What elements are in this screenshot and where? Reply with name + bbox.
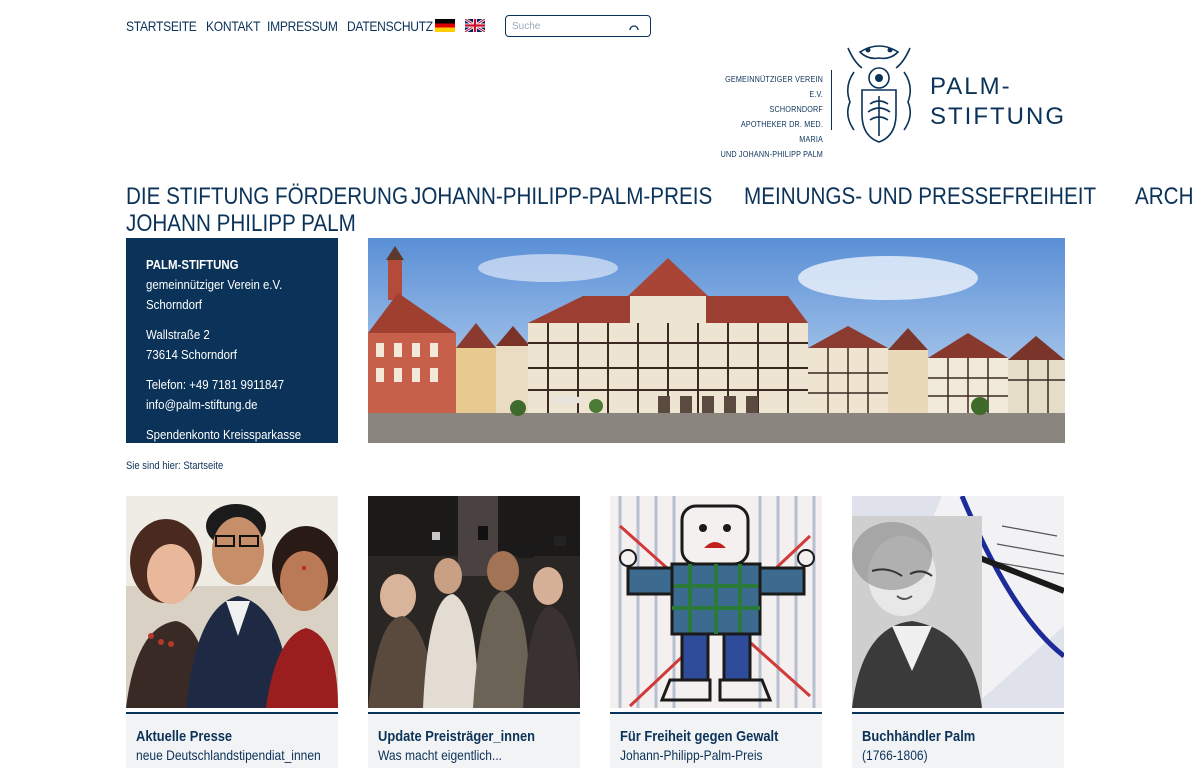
info-email[interactable]: info@palm-stiftung.de	[146, 395, 297, 415]
card-subtitle: (1766-1806)	[862, 747, 928, 763]
card-aktuelle-presse[interactable]: Aktuelle Presse neue Deutschlandstipendi…	[126, 496, 338, 768]
nav-palm-preis[interactable]: JOHANN-PHILIPP-PALM-PREIS	[411, 183, 712, 210]
nav-johann-philipp-palm[interactable]: JOHANN PHILIPP PALM	[126, 210, 356, 237]
breadcrumb-prefix: Sie sind hier:	[126, 460, 181, 472]
teaser-cards: Aktuelle Presse neue Deutschlandstipendi…	[126, 496, 1064, 768]
card-subtitle: Johann-Philipp-Palm-Preis	[620, 747, 763, 763]
card-title: Update Preisträger_innen	[378, 728, 536, 745]
card-buchhaendler-palm[interactable]: Buchhändler Palm (1766-1806)	[852, 496, 1064, 768]
logo-divider	[831, 70, 832, 130]
breadcrumb-current[interactable]: Startseite	[183, 460, 223, 472]
topnav-kontakt[interactable]: KONTAKT	[206, 18, 260, 34]
card-image	[610, 496, 822, 708]
info-city: 73614 Schorndorf	[146, 347, 237, 362]
info-name: PALM-STIFTUNG	[146, 257, 239, 272]
uk-flag-icon[interactable]	[464, 17, 486, 34]
top-navigation: STARTSEITE KONTAKT IMPRESSUM DATENSCHUTZ	[126, 18, 447, 34]
crest-icon	[846, 45, 912, 143]
nav-pressefreiheit[interactable]: MEINUNGS- UND PRESSEFREIHEIT	[744, 183, 1096, 210]
search-box	[505, 15, 651, 37]
card-image	[368, 496, 580, 708]
card-title: Buchhändler Palm	[862, 728, 976, 745]
info-line1: gemeinnütziger Verein e.V.	[146, 277, 283, 292]
topnav-impressum[interactable]: IMPRESSUM	[267, 18, 338, 34]
info-phone: Telefon: +49 7181 9911847	[146, 377, 285, 392]
card-subtitle: Was macht eigentlich...	[378, 747, 503, 763]
card-body: Für Freiheit gegen Gewalt Johann-Philipp…	[610, 714, 822, 768]
card-image	[126, 496, 338, 708]
info-bank: Spendenkonto Kreissparkasse	[146, 427, 302, 442]
breadcrumb: Sie sind hier: Startseite	[126, 460, 223, 472]
topnav-datenschutz[interactable]: DATENSCHUTZ	[347, 18, 433, 34]
search-input[interactable]	[506, 20, 616, 32]
card-body: Aktuelle Presse neue Deutschlandstipendi…	[126, 714, 338, 768]
search-icon[interactable]	[628, 20, 640, 32]
card-subtitle: neue Deutschlandstipendiat_innen	[136, 747, 321, 763]
contact-infobox: PALM-STIFTUNG gemeinnütziger Verein e.V.…	[126, 238, 338, 443]
main-navigation-row-2: JOHANN PHILIPP PALM	[126, 210, 1066, 237]
info-street: Wallstraße 2	[146, 327, 210, 342]
card-title: Für Freiheit gegen Gewalt	[620, 728, 779, 745]
logo-name: PALM- STIFTUNG	[930, 73, 1066, 130]
german-flag-icon[interactable]	[435, 19, 455, 32]
logo-tagline: GEMEINNÜTZIGER VEREIN E.V. SCHORNDORF AP…	[720, 74, 823, 159]
card-title: Aktuelle Presse	[136, 728, 233, 745]
language-switcher	[435, 17, 486, 34]
info-line2: Schorndorf	[146, 297, 202, 312]
nav-foerderung[interactable]: FÖRDERUNG	[275, 183, 408, 210]
card-body: Update Preisträger_innen Was macht eigen…	[368, 714, 580, 768]
nav-die-stiftung[interactable]: DIE STIFTUNG	[126, 183, 269, 210]
card-image	[852, 496, 1064, 708]
nav-archiv[interactable]: ARCHIV	[1135, 183, 1192, 210]
main-navigation: DIE STIFTUNG FÖRDERUNG JOHANN-PHILIPP-PA…	[126, 183, 1192, 237]
card-body: Buchhändler Palm (1766-1806)	[852, 714, 1064, 768]
topnav-startseite[interactable]: STARTSEITE	[126, 18, 197, 34]
card-freiheit-gegen-gewalt[interactable]: Für Freiheit gegen Gewalt Johann-Philipp…	[610, 496, 822, 768]
palm-stiftung-logo[interactable]: GEMEINNÜTZIGER VEREIN E.V. SCHORNDORF AP…	[696, 42, 1064, 159]
hero-image	[368, 238, 1065, 443]
card-update-preistraeger[interactable]: Update Preisträger_innen Was macht eigen…	[368, 496, 580, 768]
main-navigation-row: DIE STIFTUNG FÖRDERUNG JOHANN-PHILIPP-PA…	[126, 183, 1192, 210]
